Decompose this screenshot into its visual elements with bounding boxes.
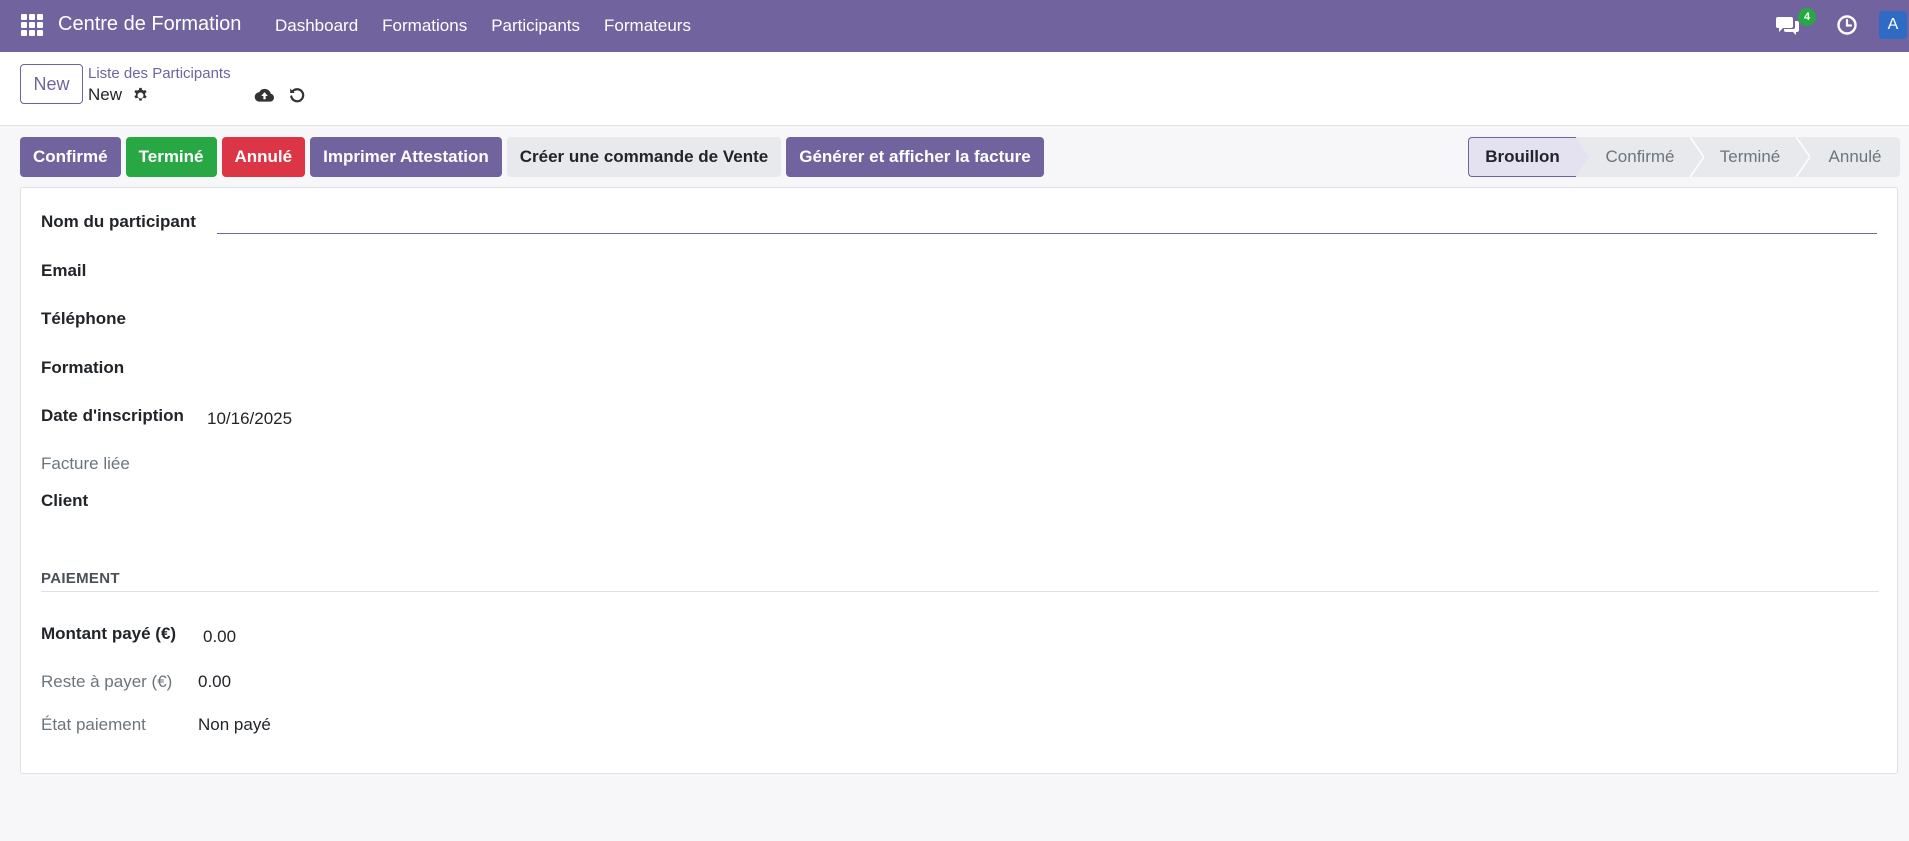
gear-icon[interactable] [132,87,149,104]
phone-label: Téléphone [41,309,127,328]
phone-field[interactable] [217,302,1877,332]
registration-date-label: Date d'inscription [41,406,184,425]
top-navbar: Centre de Formation Dashboard Formations… [0,0,1909,52]
stage-termine[interactable]: Terminé [1690,137,1810,177]
remaining-value: 0.00 [198,672,232,691]
control-panel: New Liste des Participants New [0,52,1909,126]
form-sheet: Nom du participant Email Téléphone Forma… [20,187,1898,774]
status-bar: Brouillon Confirmé Terminé Annulé [1468,137,1900,177]
cloud-save-icon[interactable] [254,86,275,104]
done-button[interactable]: Terminé [125,137,217,177]
email-field[interactable] [217,254,1877,284]
stage-label: Annulé [1828,147,1882,166]
stage-label: Confirmé [1605,147,1675,166]
payment-status-value: Non payé [198,715,271,734]
menu-participants[interactable]: Participants [491,16,580,36]
breadcrumb-participants-list[interactable]: Liste des Participants [88,65,231,82]
stage-label: Brouillon [1485,147,1560,166]
client-field[interactable] [217,484,1877,514]
remaining-label: Reste à payer (€) [41,672,173,691]
linked-invoice-label: Facture liée [41,454,130,473]
stage-confirme[interactable]: Confirmé [1576,137,1704,177]
participant-name-label: Nom du participant [41,212,196,231]
form-action-bar: Confirmé Terminé Annulé Imprimer Attesta… [20,137,1049,177]
discard-changes-icon[interactable] [288,86,306,104]
payment-section-title: PAIEMENT [41,570,120,587]
create-sale-order-button[interactable]: Créer une commande de Vente [506,137,782,177]
record-title: New [88,85,123,104]
menu-formateurs[interactable]: Formateurs [604,16,691,36]
generate-invoice-button[interactable]: Générer et afficher la facture [786,137,1044,177]
apps-menu-icon[interactable] [21,14,43,36]
user-avatar[interactable]: A [1879,11,1907,39]
stage-annule[interactable]: Annulé [1796,137,1900,177]
formation-label: Formation [41,358,125,377]
stage-separator-icon [1690,137,1704,177]
amount-paid-label: Montant payé (€) [41,624,177,643]
confirm-button[interactable]: Confirmé [20,137,121,177]
registration-date-field[interactable]: 10/16/2025 [207,409,292,429]
messages-count-badge: 4 [1798,8,1816,26]
section-divider [41,591,1879,592]
print-certificate-button[interactable]: Imprimer Attestation [310,137,502,177]
email-label: Email [41,261,87,280]
participant-name-input[interactable] [217,204,1877,234]
activity-clock-icon[interactable] [1836,14,1858,36]
menu-formations[interactable]: Formations [382,16,467,36]
payment-status-label: État paiement [41,715,146,734]
amount-paid-field[interactable]: 0.00 [203,627,236,647]
stage-brouillon[interactable]: Brouillon [1468,137,1590,177]
cancel-button[interactable]: Annulé [221,137,306,177]
client-label: Client [41,491,89,510]
formation-field[interactable] [217,351,1877,381]
stage-separator-icon [1796,137,1810,177]
new-button[interactable]: New [20,64,83,104]
menu-dashboard[interactable]: Dashboard [275,16,358,36]
main-menu: Dashboard Formations Participants Format… [275,16,715,36]
app-brand[interactable]: Centre de Formation [58,13,241,36]
stage-label: Terminé [1719,147,1781,166]
